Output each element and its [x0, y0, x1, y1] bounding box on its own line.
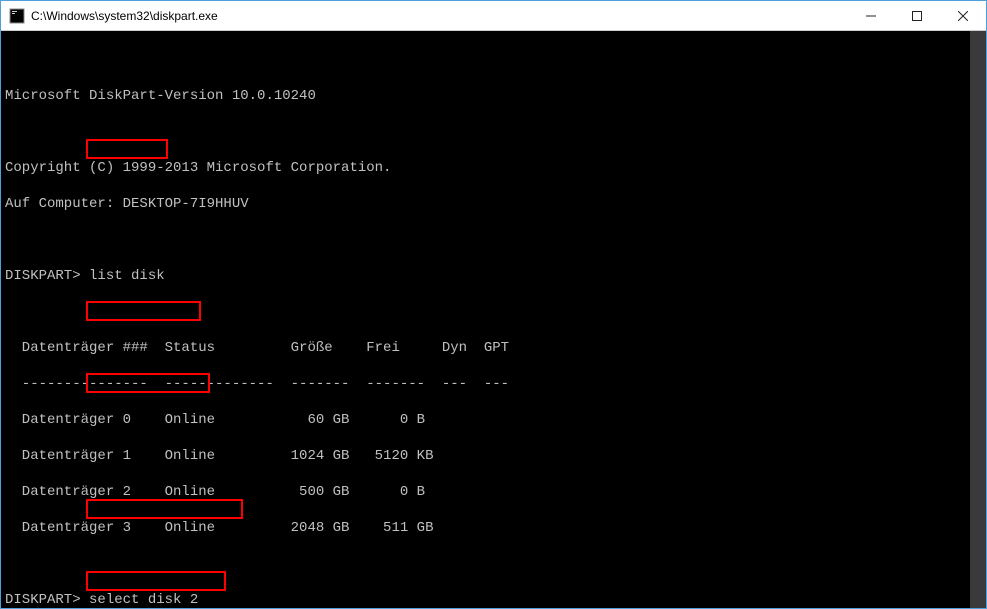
- minimize-button[interactable]: [848, 1, 894, 30]
- app-icon: [9, 8, 25, 24]
- terminal-line: [5, 303, 986, 321]
- terminal-line: Auf Computer: DESKTOP-7I9HHUV: [5, 195, 986, 213]
- table-row: Datenträger 1 Online 1024 GB 5120 KB: [5, 447, 986, 465]
- terminal-line: [5, 51, 986, 69]
- table-row: Datenträger 2 Online 500 GB 0 B: [5, 483, 986, 501]
- window-controls: [848, 1, 986, 30]
- table-separator: --------------- ------------- ------- --…: [5, 375, 986, 393]
- terminal-line: Copyright (C) 1999-2013 Microsoft Corpor…: [5, 159, 986, 177]
- table-row: Datenträger 3 Online 2048 GB 511 GB: [5, 519, 986, 537]
- maximize-button[interactable]: [894, 1, 940, 30]
- window-title: C:\Windows\system32\diskpart.exe: [31, 9, 848, 23]
- scrollbar[interactable]: [970, 31, 986, 608]
- terminal-line: [5, 555, 986, 573]
- app-window: C:\Windows\system32\diskpart.exe Microso…: [0, 0, 987, 609]
- title-bar[interactable]: C:\Windows\system32\diskpart.exe: [1, 1, 986, 31]
- terminal-line: [5, 231, 986, 249]
- prompt-line: DISKPART> list disk: [5, 267, 986, 285]
- prompt-line: DISKPART> select disk 2: [5, 591, 986, 608]
- terminal-area[interactable]: Microsoft DiskPart-Version 10.0.10240 Co…: [1, 31, 986, 608]
- close-button[interactable]: [940, 1, 986, 30]
- terminal-output: Microsoft DiskPart-Version 10.0.10240 Co…: [1, 31, 986, 608]
- terminal-line: [5, 123, 986, 141]
- table-header: Datenträger ### Status Größe Frei Dyn GP…: [5, 339, 986, 357]
- table-row: Datenträger 0 Online 60 GB 0 B: [5, 411, 986, 429]
- terminal-line: Microsoft DiskPart-Version 10.0.10240: [5, 87, 986, 105]
